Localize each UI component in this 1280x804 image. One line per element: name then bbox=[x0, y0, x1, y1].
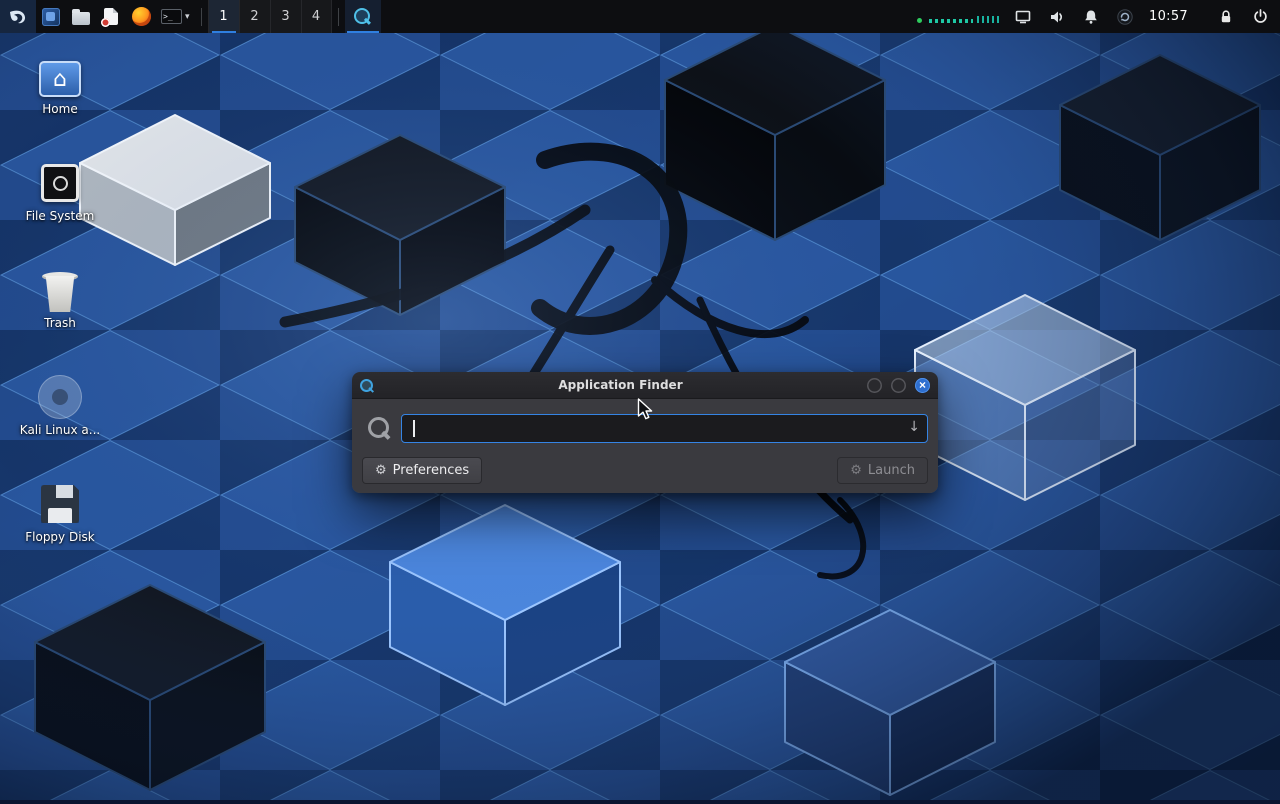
panel-right: 10:57 bbox=[917, 0, 1280, 33]
floppy-icon bbox=[41, 485, 79, 523]
desktop-icon-floppy-disk[interactable]: Floppy Disk bbox=[8, 480, 112, 587]
app-finder-window-icon bbox=[360, 378, 374, 392]
terminal-prompt-glyph: >_ bbox=[163, 12, 173, 21]
files-launcher[interactable] bbox=[66, 0, 96, 33]
panel-separator bbox=[338, 8, 339, 26]
desktop-icon-label: Home bbox=[42, 103, 77, 117]
maximize-button[interactable] bbox=[891, 378, 906, 393]
drive-icon bbox=[41, 164, 79, 202]
desktop-icon-trash[interactable]: Trash bbox=[8, 266, 112, 373]
home-icon: ⌂ bbox=[39, 61, 81, 97]
updates-icon[interactable] bbox=[1115, 7, 1135, 27]
lock-icon[interactable] bbox=[1216, 7, 1236, 27]
window-titlebar[interactable]: Application Finder × bbox=[352, 372, 938, 399]
desktop-icon-file-system[interactable]: File System bbox=[8, 159, 112, 266]
gear-icon: ⚙ bbox=[375, 464, 387, 477]
window-title: Application Finder bbox=[374, 378, 867, 392]
close-icon: × bbox=[919, 379, 926, 391]
trash-cup bbox=[43, 276, 77, 312]
house-glyph: ⌂ bbox=[53, 67, 67, 92]
desktop-icon-label: Floppy Disk bbox=[25, 531, 95, 545]
dialog-body: ↓ ⚙ Preferences ⚙ Launch bbox=[352, 399, 938, 493]
notifications-bell-icon[interactable] bbox=[1081, 7, 1101, 27]
preferences-button[interactable]: ⚙ Preferences bbox=[362, 457, 482, 484]
chevron-down-icon[interactable]: ▾ bbox=[185, 11, 190, 22]
launch-button[interactable]: ⚙ Launch bbox=[837, 457, 928, 484]
kali-logo-icon bbox=[7, 6, 29, 28]
desktop-icon-label: Trash bbox=[44, 317, 76, 331]
minimize-button[interactable] bbox=[867, 378, 882, 393]
desktop-icon-label: File System bbox=[26, 210, 95, 224]
cpu-graph-ticks-2 bbox=[977, 16, 999, 23]
launch-icon: ⚙ bbox=[850, 464, 862, 477]
search-input[interactable] bbox=[401, 414, 928, 443]
launch-label: Launch bbox=[868, 463, 915, 478]
desktop-icon-column: ⌂ Home File System Trash Kali Linux a...… bbox=[8, 52, 112, 587]
close-button[interactable]: × bbox=[915, 378, 930, 393]
text-editor-launcher[interactable] bbox=[96, 0, 126, 33]
file-manager-icon bbox=[42, 8, 60, 26]
workspace-button-1[interactable]: 1 bbox=[208, 0, 239, 33]
terminal-icon: >_ bbox=[161, 9, 182, 24]
application-finder-window: Application Finder × ↓ ⚙ Preferences ⚙ bbox=[352, 372, 938, 493]
status-dot bbox=[917, 18, 922, 23]
kali-menu-button[interactable] bbox=[0, 0, 36, 33]
search-row: ↓ bbox=[362, 414, 928, 443]
desktop-icon-label: Kali Linux a... bbox=[20, 424, 100, 438]
workspace-button-4[interactable]: 4 bbox=[301, 0, 332, 33]
dialog-button-row: ⚙ Preferences ⚙ Launch bbox=[362, 457, 928, 484]
document-icon bbox=[104, 8, 118, 25]
dropdown-arrow-icon[interactable]: ↓ bbox=[908, 419, 920, 435]
trash-icon bbox=[42, 272, 78, 312]
volume-disc-icon bbox=[38, 375, 82, 419]
workspace-switcher: 1 2 3 4 bbox=[208, 0, 332, 33]
top-panel: >_ ▾ 1 2 3 4 bbox=[0, 0, 1280, 33]
search-icon bbox=[354, 8, 372, 26]
desktop-icon-home[interactable]: ⌂ Home bbox=[8, 52, 112, 159]
desktop-icon-kali-volume[interactable]: Kali Linux a... bbox=[8, 373, 112, 480]
preferences-label: Preferences bbox=[393, 463, 469, 478]
display-icon[interactable] bbox=[1013, 7, 1033, 27]
volume-icon[interactable] bbox=[1047, 7, 1067, 27]
panel-left: >_ ▾ 1 2 3 4 bbox=[0, 0, 381, 33]
search-icon bbox=[368, 417, 392, 441]
cpu-graph[interactable] bbox=[917, 7, 999, 27]
cpu-graph-ticks bbox=[929, 19, 973, 23]
folder-icon bbox=[72, 12, 90, 25]
workspace-button-2[interactable]: 2 bbox=[239, 0, 270, 33]
text-caret bbox=[413, 420, 415, 437]
search-entry-wrap: ↓ bbox=[401, 414, 928, 443]
taskbar-app-finder-button[interactable] bbox=[345, 0, 381, 33]
clock[interactable]: 10:57 bbox=[1149, 9, 1188, 24]
file-manager-launcher[interactable] bbox=[36, 0, 66, 33]
firefox-icon bbox=[132, 7, 151, 26]
panel-separator bbox=[201, 8, 202, 26]
logout-power-icon[interactable] bbox=[1250, 7, 1270, 27]
terminal-launcher[interactable]: >_ ▾ bbox=[156, 0, 195, 33]
window-controls: × bbox=[867, 378, 930, 393]
workspace-button-3[interactable]: 3 bbox=[270, 0, 301, 33]
firefox-launcher[interactable] bbox=[126, 0, 156, 33]
